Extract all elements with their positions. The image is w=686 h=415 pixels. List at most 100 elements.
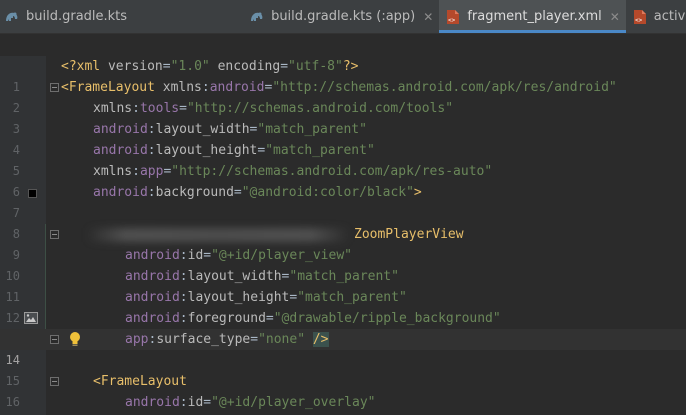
attr-name: id bbox=[187, 248, 204, 263]
equals: = bbox=[233, 185, 242, 200]
code-text: xmlns:tools="http://schemas.android.com/… bbox=[93, 98, 453, 119]
code-text: <FrameLayout bbox=[93, 371, 187, 392]
attr-value: "@drawable/ripple_background" bbox=[273, 311, 501, 326]
close-icon[interactable]: ✕ bbox=[610, 10, 620, 24]
attr-value: "none" bbox=[258, 332, 306, 347]
tab-activity-main[interactable]: <> activity_ma bbox=[626, 0, 686, 33]
fold-toggle-icon[interactable] bbox=[50, 335, 59, 344]
tab-label: fragment_player.xml bbox=[467, 9, 602, 24]
code-line: 7 android:background="@android:color/bla… bbox=[0, 182, 686, 220]
code-text: android:layout_height="match_parent" bbox=[93, 140, 375, 161]
tab-fragment-player-xml[interactable]: <> fragment_player.xml ✕ bbox=[439, 0, 627, 33]
tag-self-close: /> bbox=[312, 332, 329, 347]
code-line: 9 ZoomPlayerView bbox=[0, 224, 686, 262]
attr-prefix: android bbox=[93, 143, 148, 158]
image-preview-icon[interactable] bbox=[24, 311, 38, 325]
colon: : bbox=[147, 185, 156, 200]
attr-value: "1.0" bbox=[170, 59, 210, 74]
code-line: 8 bbox=[0, 203, 686, 241]
xml-icon: <> bbox=[633, 9, 646, 24]
code-text: android:layout_width="match_parent" bbox=[93, 119, 367, 140]
code-text: android:foreground="@drawable/ripple_bac… bbox=[125, 308, 501, 329]
code-editor[interactable]: 1 <?xml version="1.0" encoding="utf-8"?>… bbox=[0, 56, 686, 415]
attr-name: android bbox=[209, 80, 265, 95]
attr-name: background bbox=[155, 185, 234, 200]
svg-text:<>: <> bbox=[448, 17, 456, 24]
gradle-icon bbox=[6, 12, 18, 21]
tag-close: > bbox=[413, 185, 422, 200]
code-line: 13 android:foreground="@drawable/ripple_… bbox=[0, 308, 686, 346]
tab-build-gradle-kts[interactable]: build.gradle.kts bbox=[0, 0, 133, 33]
attr-name: version bbox=[107, 59, 163, 74]
attr-prefix: app bbox=[125, 332, 149, 347]
tab-label: build.gradle.kts bbox=[26, 9, 128, 24]
attr-value: "match_parent" bbox=[265, 143, 375, 158]
code-line: 15 bbox=[0, 350, 686, 388]
colon: : bbox=[147, 143, 156, 158]
code-line: 16 <FrameLayout bbox=[0, 371, 686, 409]
fold-toggle-icon[interactable] bbox=[50, 230, 59, 239]
colon: : bbox=[179, 395, 188, 410]
attr-name: layout_height bbox=[155, 143, 258, 158]
attr-name: layout_height bbox=[187, 290, 290, 305]
attr-name: surface_type bbox=[156, 332, 251, 347]
attr-prefix: android bbox=[125, 269, 180, 284]
xml-tag: <FrameLayout bbox=[61, 80, 155, 95]
equals: = bbox=[250, 332, 259, 347]
colon: : bbox=[179, 269, 188, 284]
equals: = bbox=[203, 395, 212, 410]
attr-value: "match_parent" bbox=[289, 269, 399, 284]
attr-prefix: android bbox=[125, 395, 180, 410]
attr-name: app bbox=[139, 164, 164, 179]
equals: = bbox=[280, 59, 289, 74]
attr-value: "match_parent" bbox=[297, 290, 407, 305]
code-text: android:id="@+id/player_view" bbox=[125, 245, 352, 266]
equals: = bbox=[265, 311, 274, 326]
close-icon[interactable]: ✕ bbox=[423, 10, 433, 24]
code-line: 6 xmlns:app="http://schemas.android.com/… bbox=[0, 161, 686, 199]
attr-prefix: xmlns bbox=[93, 164, 133, 179]
tab-build-gradle-kts-app[interactable]: build.gradle.kts (:app) ✕ bbox=[243, 0, 439, 33]
attr-name: layout_width bbox=[155, 122, 250, 137]
code-line: 17 android:id="@+id/player_overlay" bbox=[0, 392, 686, 413]
code-text: <FrameLayout xmlns:android="http://schem… bbox=[61, 77, 617, 98]
tab-gap bbox=[133, 0, 243, 33]
code-text: android:background="@android:color/black… bbox=[93, 182, 422, 203]
attr-prefix: android bbox=[93, 185, 148, 200]
attr-prefix: xmlns bbox=[162, 80, 202, 95]
attr-name: tools bbox=[139, 101, 180, 116]
code-text: android:layout_height="match_parent" bbox=[125, 287, 407, 308]
code-line: 3 xmlns:tools="http://schemas.android.co… bbox=[0, 98, 686, 136]
colon: : bbox=[179, 248, 188, 263]
code-text: app:surface_type="none" /> bbox=[125, 329, 329, 350]
colon: : bbox=[147, 122, 156, 137]
code-text: android:layout_width="match_parent" bbox=[125, 266, 399, 287]
attr-value: "match_parent" bbox=[257, 122, 367, 137]
svg-text:<>: <> bbox=[635, 17, 643, 24]
tab-label: activity_ma bbox=[653, 9, 686, 24]
colon: : bbox=[132, 101, 140, 116]
code-line: 2 <FrameLayout xmlns:android="http://sch… bbox=[0, 77, 686, 115]
code-line-current: 14 app:surface_type="none" /> bbox=[0, 329, 686, 367]
code-line: 4 android:layout_width="match_parent" bbox=[0, 119, 686, 157]
code-text: <?xml version="1.0" encoding="utf-8"?> bbox=[61, 56, 358, 77]
colon: : bbox=[179, 290, 188, 305]
attr-prefix: android bbox=[125, 248, 180, 263]
fold-toggle-icon[interactable] bbox=[50, 377, 59, 386]
lightbulb-icon[interactable] bbox=[68, 331, 82, 348]
color-swatch-icon[interactable] bbox=[28, 189, 37, 198]
attr-value: "http://schemas.android.com/apk/res/andr… bbox=[272, 80, 617, 95]
attr-name: layout_width bbox=[187, 269, 282, 284]
attr-value: "@android:color/black" bbox=[241, 185, 414, 200]
code-line: 11 android:layout_width="match_parent" bbox=[0, 266, 686, 304]
code-line: 1 <?xml version="1.0" encoding="utf-8"?> bbox=[0, 56, 686, 94]
attr-name: foreground bbox=[187, 311, 266, 326]
fold-toggle-icon[interactable] bbox=[50, 83, 59, 92]
attr-name: encoding bbox=[217, 59, 281, 74]
xml-tag: <FrameLayout bbox=[93, 374, 187, 389]
colon: : bbox=[179, 311, 188, 326]
